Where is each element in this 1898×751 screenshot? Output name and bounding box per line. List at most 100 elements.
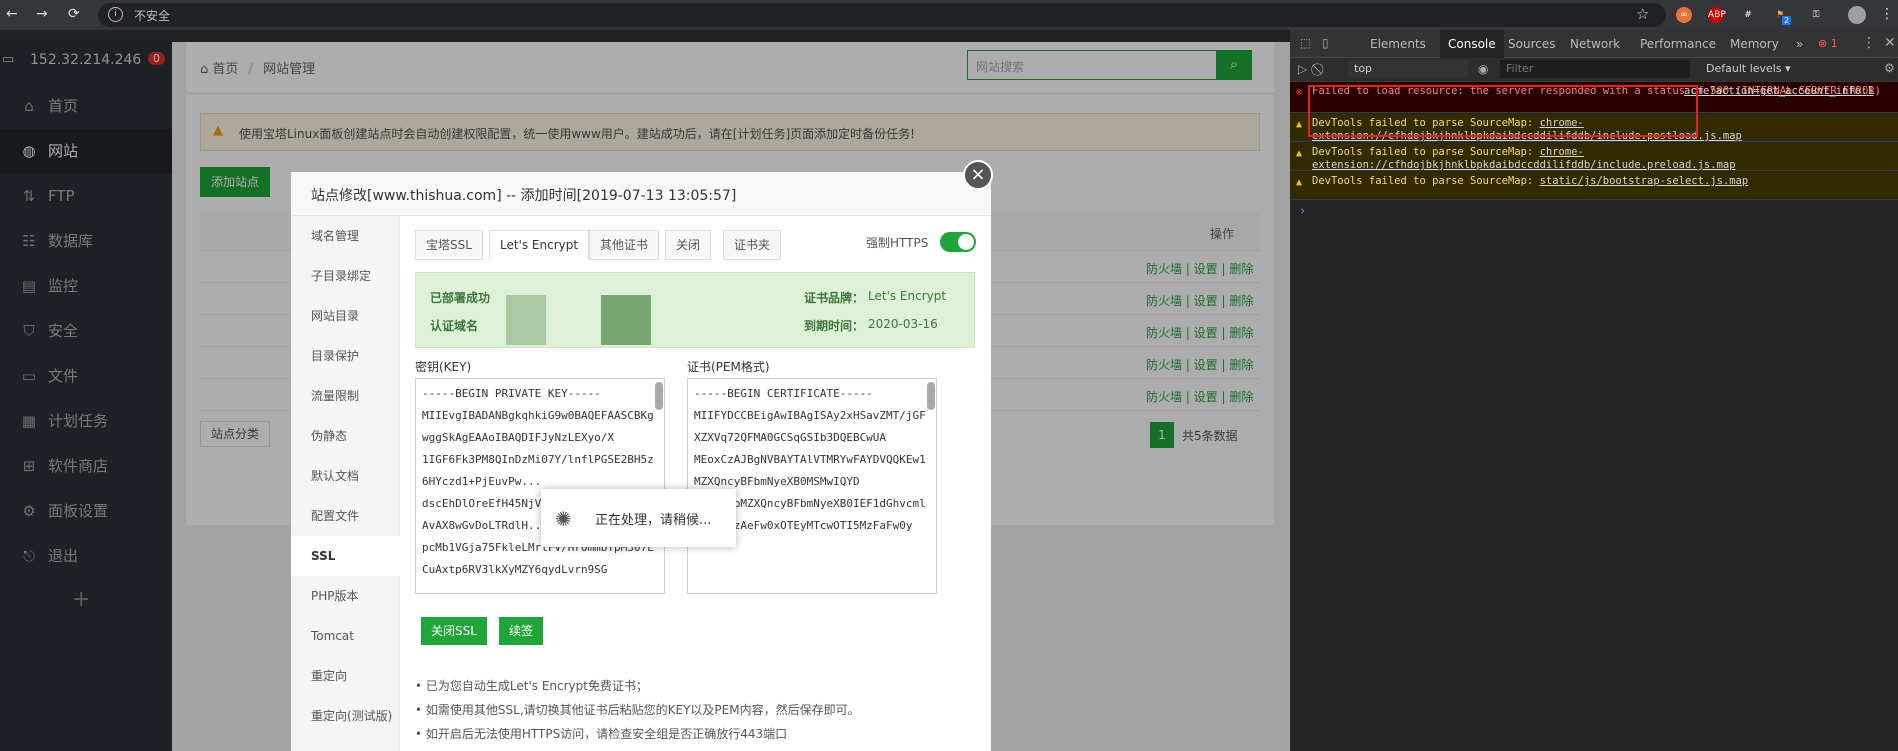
redacted-block — [601, 295, 651, 345]
tab-letsencrypt[interactable]: Let's Encrypt — [489, 230, 590, 260]
message-source-link[interactable]: acme?action=get_account_info:1 — [1684, 85, 1874, 98]
error-count-value: 1 — [1830, 37, 1838, 50]
modal-nav-php[interactable]: PHP版本 — [291, 576, 400, 616]
key-icon[interactable]: ⚿ — [1808, 7, 1824, 23]
sidebar-toggle-icon[interactable]: ▷ — [1298, 62, 1307, 76]
warning-icon: ▲ — [1296, 177, 1303, 188]
brand-value: Let's Encrypt — [868, 289, 947, 303]
tip-item: • 如开启后无法使用HTTPS访问，请检查安全组是否正确放行443端口 — [415, 727, 788, 741]
key-scrollbar[interactable] — [655, 382, 663, 410]
menu-kebab-icon[interactable]: ⋮ — [1880, 6, 1894, 22]
console-toolbar: ▷ ⃠ top ◉ Filter Default levels ▾ ⚙ — [1290, 58, 1898, 82]
force-https-label: 强制HTTPS — [866, 236, 929, 250]
error-icon: ⊗ — [1296, 87, 1303, 98]
tab-close[interactable]: 关闭 — [665, 230, 712, 260]
tab-sources[interactable]: Sources — [1508, 37, 1555, 51]
cert-scrollbar[interactable] — [927, 382, 935, 410]
modal-nav-redirect[interactable]: 重定向 — [291, 656, 400, 696]
console-prompt[interactable]: › — [1300, 204, 1305, 219]
cert-info-box: 已部署成功 认证域名 证书品牌： Let's Encrypt 到期时间： 202… — [415, 272, 975, 348]
modal-title: 站点修改[www.thishua.com] -- 添加时间[2019-07-13… — [311, 188, 737, 204]
tab-cert-folder[interactable]: 证书夹 — [723, 230, 782, 260]
warning-icon: ▲ — [1296, 148, 1303, 159]
devtools-tabbar: ⬚ ▯ Elements Console Sources Network Per… — [1290, 30, 1898, 58]
tip-item: • 已为您自动生成Let's Encrypt免费证书； — [415, 679, 648, 693]
domain-label: 认证域名 — [430, 319, 479, 333]
expire-value: 2020-03-16 — [868, 317, 938, 331]
modal-nav-dirprotect[interactable]: 目录保护 — [291, 336, 400, 376]
tab-console[interactable]: Console — [1440, 30, 1504, 58]
eye-icon[interactable]: ◉ — [1478, 62, 1488, 76]
loading-toast: ✺ 正在处理，请稍候... — [541, 489, 736, 547]
browser-toolbar: ← → ⟳ i 不安全 ☆ ∞ ABP # ⚑ 2 ⚿ ⋮ — [0, 0, 1898, 30]
close-icon[interactable]: ✕ — [1884, 35, 1896, 51]
adblock-icon[interactable]: ABP — [1708, 7, 1726, 23]
force-https-toggle[interactable] — [940, 232, 976, 252]
tip-text: 已为您自动生成Let's Encrypt免费证书； — [425, 679, 648, 693]
highlight-annotation — [1308, 85, 1698, 137]
cert-label: 证书(PEM格式) — [687, 360, 770, 374]
bookmark-star-icon[interactable]: ☆ — [1636, 5, 1649, 23]
address-bar[interactable]: i 不安全 ☆ — [98, 3, 1666, 27]
loading-text: 正在处理，请稍候... — [595, 513, 712, 528]
site-edit-modal: 站点修改[www.thishua.com] -- 添加时间[2019-07-13… — [291, 172, 991, 751]
console-warning-message: ▲ DevTools failed to parse SourceMap: st… — [1290, 172, 1898, 200]
redacted-block — [506, 295, 546, 345]
hash-extension-icon[interactable]: # — [1740, 7, 1756, 23]
modal-nav-config[interactable]: 配置文件 — [291, 496, 400, 536]
message-source-link[interactable]: static/js/bootstrap-select.js.map — [1540, 175, 1749, 187]
modal-nav: 域名管理 子目录绑定 网站目录 目录保护 流量限制 伪静态 默认文档 配置文件 … — [291, 216, 400, 751]
modal-nav-rewrite[interactable]: 伪静态 — [291, 416, 400, 456]
modal-nav-traffic[interactable]: 流量限制 — [291, 376, 400, 416]
log-levels-select[interactable]: Default levels ▾ — [1706, 62, 1791, 75]
info-icon[interactable]: i — [108, 7, 123, 22]
device-toggle-icon[interactable]: ▯ — [1322, 36, 1329, 50]
modal-nav-domain[interactable]: 域名管理 — [291, 216, 400, 256]
modal-nav-sitedir[interactable]: 网站目录 — [291, 296, 400, 336]
address-url: 不安全 — [134, 9, 171, 23]
modal-nav-tomcat[interactable]: Tomcat — [291, 616, 400, 656]
more-tabs-icon[interactable]: » — [1796, 37, 1803, 51]
tab-elements[interactable]: Elements — [1370, 37, 1426, 51]
reload-icon[interactable]: ⟳ — [68, 6, 80, 22]
modal-nav-default-doc[interactable]: 默认文档 — [291, 456, 400, 496]
devtools-panel: ⬚ ▯ Elements Console Sources Network Per… — [1290, 30, 1898, 751]
brand-label: 证书品牌： — [804, 291, 865, 305]
forward-icon[interactable]: → — [36, 6, 48, 22]
modal-title-bar: 站点修改[www.thishua.com] -- 添加时间[2019-07-13… — [291, 172, 991, 216]
error-count[interactable]: ⊗ 1 — [1818, 37, 1838, 50]
settings-icon[interactable]: ⚙ — [1884, 61, 1895, 75]
back-icon[interactable]: ← — [6, 6, 18, 22]
devtools-menu-icon[interactable]: ⋮ — [1862, 35, 1876, 51]
modal-close-button[interactable]: × — [963, 160, 993, 190]
tab-network[interactable]: Network — [1570, 37, 1620, 51]
tab-performance[interactable]: Performance — [1640, 37, 1716, 51]
tip-text: 如需使用其他SSL,请切换其他证书后粘贴您的KEY以及PEM内容，然后保存即可。 — [425, 703, 860, 717]
extension-icon[interactable]: ∞ — [1676, 7, 1692, 23]
message-text: DevTools failed to parse SourceMap: — [1312, 146, 1540, 158]
close-ssl-button[interactable]: 关闭SSL — [421, 617, 487, 645]
deploy-status: 已部署成功 — [430, 291, 491, 305]
expire-label: 到期时间： — [804, 319, 865, 333]
tab-memory[interactable]: Memory — [1730, 37, 1779, 51]
tip-text: 如开启后无法使用HTTPS访问，请检查安全组是否正确放行443端口 — [425, 727, 788, 741]
modal-nav-ssl[interactable]: SSL — [291, 536, 400, 576]
tip-item: • 如需使用其他SSL,请切换其他证书后粘贴您的KEY以及PEM内容，然后保存即… — [415, 703, 860, 717]
spinner-icon: ✺ — [555, 507, 572, 531]
inspect-icon[interactable]: ⬚ — [1300, 36, 1311, 50]
extension-badge: 2 — [1782, 16, 1792, 25]
renew-button[interactable]: 续签 — [499, 617, 544, 645]
console-filter-input[interactable]: Filter — [1500, 60, 1690, 78]
cert-textarea[interactable]: -----BEGIN CERTIFICATE----- MIIFYDCCBEig… — [687, 378, 937, 594]
modal-nav-redirect-beta[interactable]: 重定向(测试版) — [291, 696, 400, 736]
modal-nav-subdir[interactable]: 子目录绑定 — [291, 256, 400, 296]
context-select[interactable]: top — [1348, 60, 1468, 78]
key-textarea[interactable]: -----BEGIN PRIVATE KEY----- MIIEvgIBADAN… — [415, 378, 665, 594]
message-text: DevTools failed to parse SourceMap: — [1312, 175, 1540, 187]
profile-avatar[interactable] — [1848, 6, 1866, 24]
tab-bt-ssl[interactable]: 宝塔SSL — [415, 230, 483, 260]
warning-icon: ▲ — [1296, 119, 1303, 130]
tab-other-cert[interactable]: 其他证书 — [589, 230, 660, 260]
console-warning-message: ▲ DevTools failed to parse SourceMap: ch… — [1290, 143, 1898, 171]
toggle-knob — [958, 234, 974, 250]
